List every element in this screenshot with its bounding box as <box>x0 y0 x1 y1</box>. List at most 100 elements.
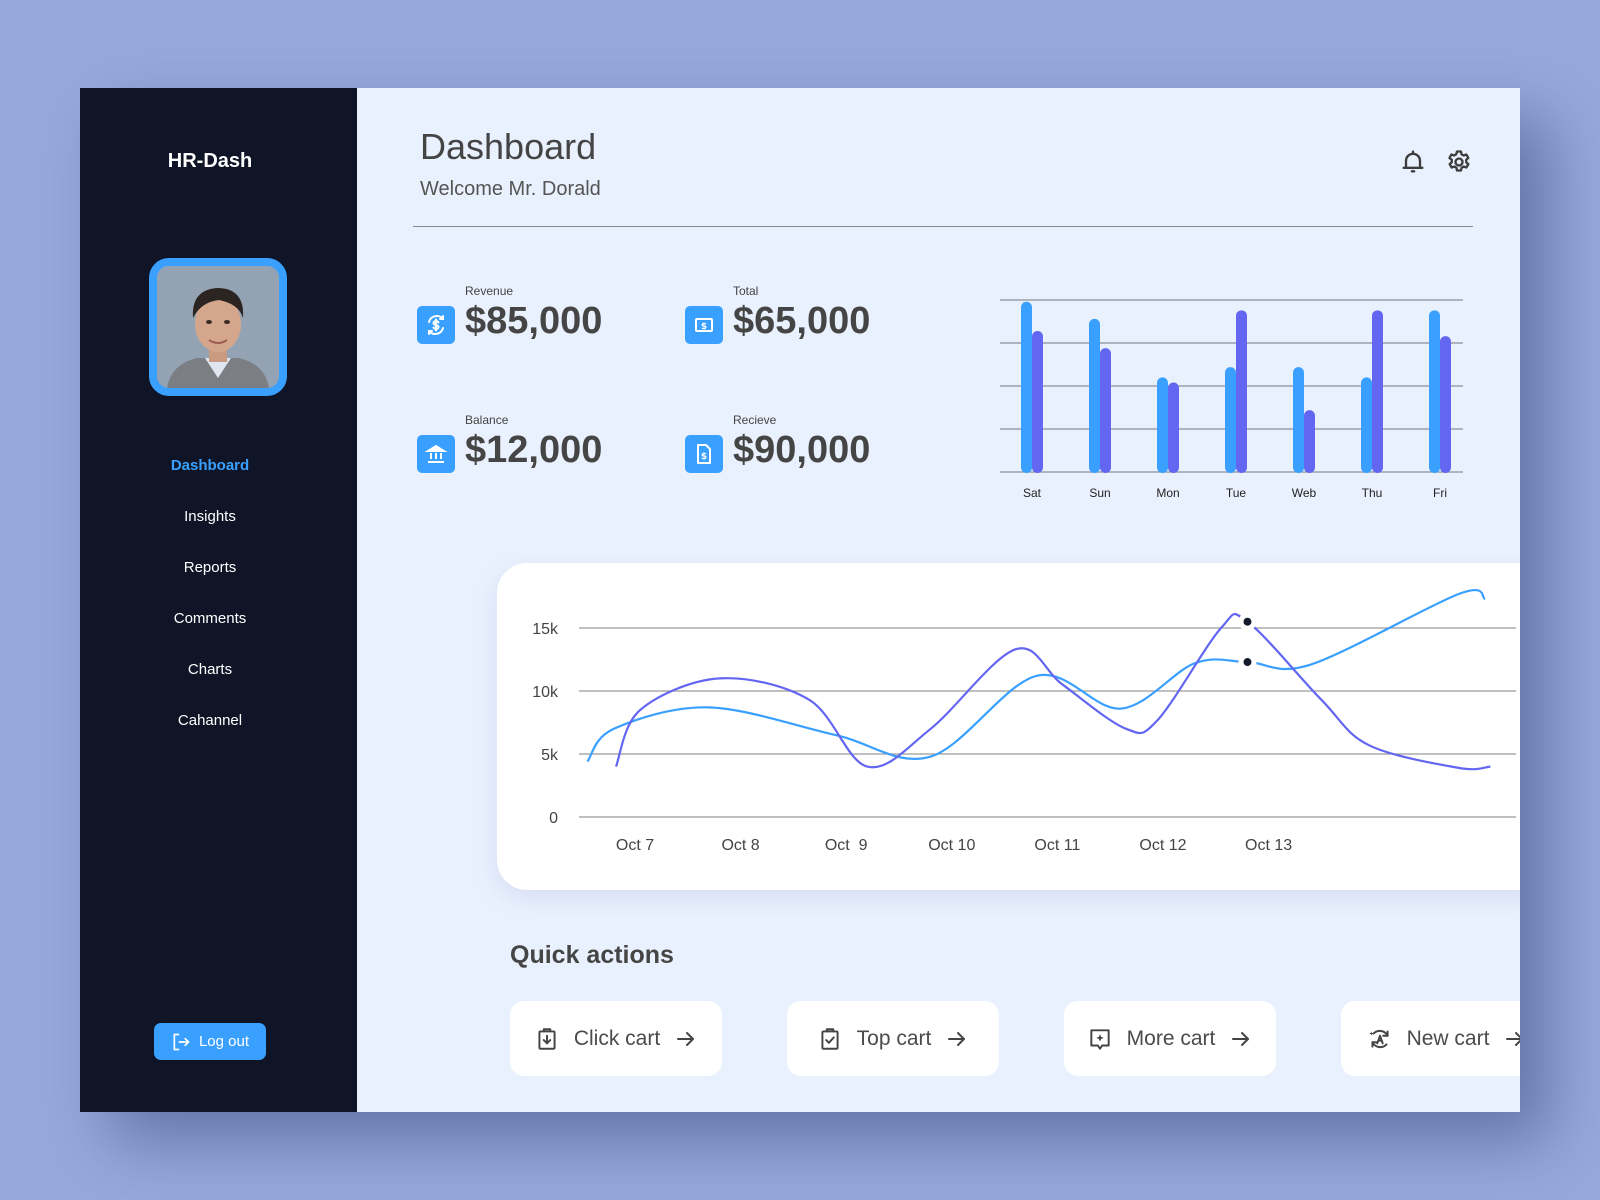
svg-text:$: $ <box>701 322 707 332</box>
x-tick-label: Oct 10 <box>928 837 975 854</box>
brand-logo: HR-Dash <box>167 150 253 172</box>
x-tick-label: Oct 8 <box>721 837 759 854</box>
data-point-marker-b[interactable] <box>1243 617 1252 626</box>
stat-receive: $ Recieve $90,000 <box>685 413 955 493</box>
stat-icon-box <box>417 435 455 473</box>
stat-icon-box <box>417 306 455 344</box>
click-cart-button[interactable]: Click cart <box>510 1001 722 1076</box>
bar-sun-b <box>1100 348 1111 473</box>
logout-label: Log out <box>198 1033 250 1050</box>
bar-mon-a <box>1157 377 1168 473</box>
stat-label: Revenue <box>465 284 514 298</box>
data-point-marker-a[interactable] <box>1243 658 1252 667</box>
bar-tue-b <box>1236 310 1247 473</box>
bar-thu-a <box>1361 377 1372 473</box>
bar-tue-a <box>1225 367 1236 473</box>
currency-exchange-icon <box>428 315 444 335</box>
stat-revenue: Revenue $85,000 <box>417 284 687 364</box>
bar-fri-a <box>1429 310 1440 473</box>
y-tick-label: 0 <box>549 810 558 827</box>
bar-mon-b <box>1168 382 1179 473</box>
arrow-right-icon <box>1232 1031 1250 1046</box>
bar-sun-a <box>1089 318 1100 473</box>
bar-thu-b <box>1372 310 1383 473</box>
logout-button[interactable]: Log out <box>154 1023 266 1060</box>
bank-icon <box>424 444 448 463</box>
x-tick-label: Oct 11 <box>1034 837 1080 854</box>
stat-value: $85,000 <box>465 300 603 342</box>
stat-total: $ Total $65,000 <box>685 284 955 364</box>
main-content: Dashboard Welcome Mr. Dorald Revenue $85… <box>357 88 1520 1112</box>
bar-sat-a <box>1021 301 1032 473</box>
bar-x-label: Tue <box>1226 486 1247 500</box>
arrow-right-icon <box>948 1031 966 1046</box>
bar-x-label: Web <box>1292 486 1317 500</box>
stat-label: Balance <box>465 413 509 427</box>
stat-icon-box: $ <box>685 306 723 344</box>
sidebar-item-dashboard[interactable]: Dashboard <box>80 440 340 491</box>
settings-button[interactable] <box>1445 148 1473 176</box>
clipboard-check-icon <box>821 1027 839 1050</box>
more-cart-button[interactable]: More cart <box>1064 1001 1276 1076</box>
bar-x-label: Sat <box>1023 486 1042 500</box>
stat-label: Total <box>733 284 759 298</box>
line-chart-svg: 0 5k 10k 15k Oct 7 Oct 8 Oct 9 Oct 10 Oct 11 Oct … <box>532 588 1516 854</box>
action-label: More cart <box>1126 1026 1216 1050</box>
sparkle-comment-icon <box>1090 1028 1110 1050</box>
notifications-button[interactable] <box>1399 148 1427 176</box>
stat-label: Recieve <box>733 413 777 427</box>
sidebar-item-insights[interactable]: Insights <box>80 491 340 542</box>
bar-x-label: Fri <box>1433 486 1447 500</box>
action-label: Top cart <box>856 1026 932 1050</box>
y-tick-label: 15k <box>532 621 559 638</box>
weekly-bar-chart: Sat Sun Mon Tue Web Thu Fri <box>987 288 1520 508</box>
quick-actions-title: Quick actions <box>510 941 674 969</box>
stat-value: $12,000 <box>465 429 603 471</box>
bar-x-label: Thu <box>1362 486 1383 500</box>
top-cart-button[interactable]: Top cart <box>787 1001 999 1076</box>
bell-icon <box>1402 150 1424 173</box>
stat-icon-box: $ <box>685 435 723 473</box>
arrow-right-icon <box>677 1031 695 1046</box>
sidebar-item-reports[interactable]: Reports <box>80 542 340 593</box>
stat-balance: Balance $12,000 <box>417 413 687 493</box>
x-tick-label: Oct 9 <box>825 837 868 854</box>
stat-value: $65,000 <box>733 300 871 342</box>
page-title: Dashboard <box>420 126 597 167</box>
avatar[interactable] <box>149 258 287 396</box>
translate-sync-icon <box>1368 1029 1389 1048</box>
bar-fri-b <box>1440 336 1451 473</box>
y-tick-label: 10k <box>532 684 559 701</box>
bar-web-b <box>1304 410 1315 473</box>
sidebar-item-channel[interactable]: Cahannel <box>80 695 340 746</box>
sidebar-item-comments[interactable]: Comments <box>80 593 340 644</box>
sidebar-item-charts[interactable]: Charts <box>80 644 340 695</box>
new-cart-button[interactable]: New cart <box>1341 1001 1520 1076</box>
header-divider <box>413 226 1473 227</box>
bar-x-label: Mon <box>1156 486 1179 500</box>
svg-text:$: $ <box>701 452 707 462</box>
bar-sat-b <box>1032 330 1043 473</box>
bar-web-a <box>1293 367 1304 473</box>
avatar-photo <box>157 266 279 388</box>
sidebar-nav: Dashboard Insights Reports Comments Char… <box>80 440 340 746</box>
invoice-icon: $ <box>697 444 711 464</box>
logout-icon <box>173 1033 190 1050</box>
bar-x-label: Sun <box>1089 486 1110 500</box>
x-tick-label: Oct 7 <box>616 837 654 854</box>
clipboard-download-icon <box>538 1027 556 1050</box>
action-label: New cart <box>1406 1026 1490 1050</box>
x-tick-label: Oct 13 <box>1245 837 1292 854</box>
gear-icon <box>1448 150 1470 172</box>
sidebar: HR-Dash Dashboard Insights Reports Comme… <box>80 88 357 1112</box>
stat-value: $90,000 <box>733 429 871 471</box>
line-chart-card: 0 5k 10k 15k Oct 7 Oct 8 Oct 9 Oct 10 Oct 11 Oct … <box>497 563 1520 890</box>
bar-chart-svg: Sat Sun Mon Tue Web Thu Fri <box>1000 299 1463 500</box>
money-bill-icon: $ <box>695 318 713 332</box>
app-window: HR-Dash Dashboard Insights Reports Comme… <box>80 88 1520 1112</box>
line-series-b <box>614 613 1491 771</box>
x-tick-label: Oct 12 <box>1139 837 1186 854</box>
action-label: Click cart <box>573 1026 661 1050</box>
welcome-text: Welcome Mr. Dorald <box>420 178 601 200</box>
line-series-a <box>586 588 1486 763</box>
